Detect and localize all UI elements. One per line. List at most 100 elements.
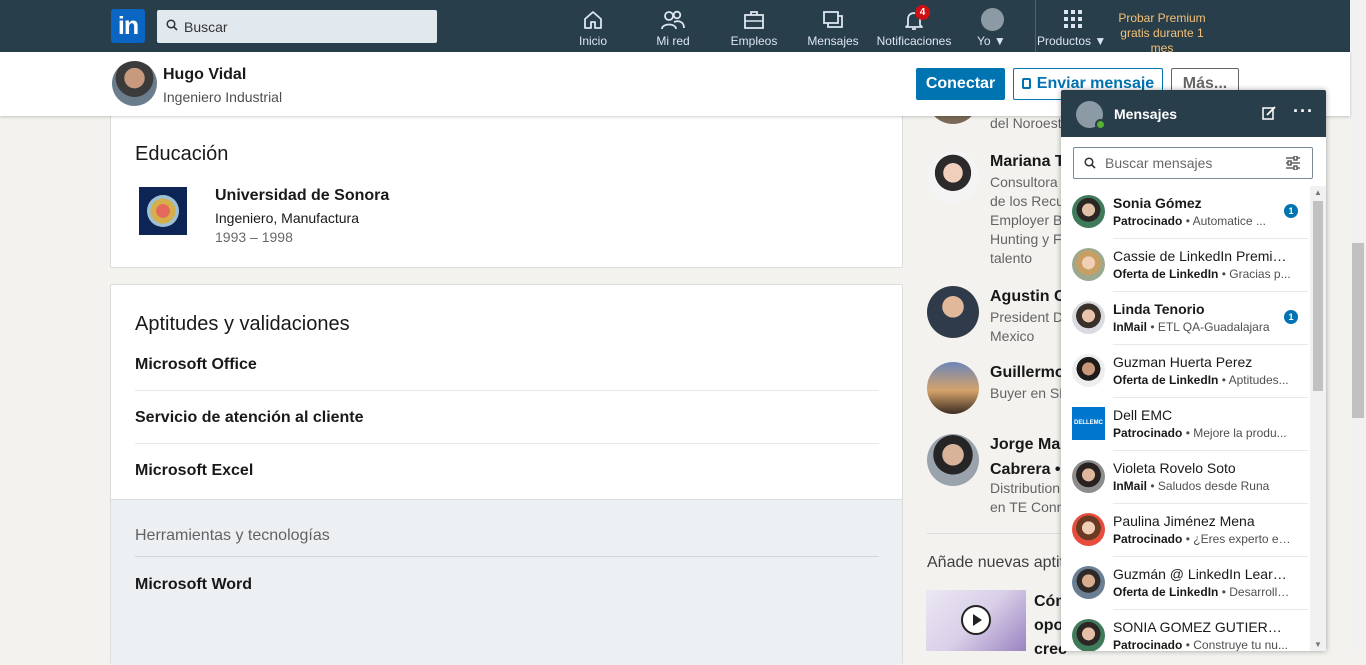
nav-jobs[interactable]: Empleos xyxy=(728,0,780,52)
learning-video-thumbnail[interactable] xyxy=(926,590,1026,651)
conversation-preview: Patrocinado • ¿Eres experto en... xyxy=(1113,532,1293,546)
nav-notifications[interactable]: 4 Notificaciones xyxy=(874,0,954,52)
conversation-list: Sonia Gómez Patrocinado • Automatice ...… xyxy=(1061,186,1308,651)
top-navigation: in Inicio Mi red Empleos Mensajes 4 Noti… xyxy=(0,0,1350,55)
page-scrollbar[interactable] xyxy=(1350,0,1366,651)
conversation-item[interactable]: Linda Tenorio InMail • ETL QA-Guadalajar… xyxy=(1061,292,1308,345)
conversation-name: Sonia Gómez xyxy=(1113,195,1202,211)
conversation-item[interactable]: Cassie de LinkedIn Premium Oferta de Lin… xyxy=(1061,239,1308,292)
nav-home[interactable]: Inicio xyxy=(570,0,616,52)
scroll-down-arrow-icon[interactable]: ▼ xyxy=(1314,640,1322,649)
connect-button[interactable]: Conectar xyxy=(916,68,1005,100)
conversation-preview: Patrocinado • Construye tu nu... xyxy=(1113,638,1288,651)
nav-notifications-label: Notificaciones xyxy=(876,34,952,48)
messaging-header[interactable]: Mensajes ··· xyxy=(1061,90,1326,137)
compose-icon[interactable] xyxy=(1262,106,1276,120)
notifications-badge: 4 xyxy=(915,5,930,20)
rail-person-name: Cabrera • xyxy=(990,461,1061,478)
nav-messaging[interactable]: Mensajes xyxy=(806,0,860,52)
conversation-item[interactable]: Guzman Huerta Perez Oferta de LinkedIn •… xyxy=(1061,345,1308,398)
conversation-name: Violeta Rovelo Soto xyxy=(1113,460,1236,476)
conversation-preview: Oferta de LinkedIn • Aptitudes... xyxy=(1113,373,1289,387)
tool-item[interactable]: Microsoft Word xyxy=(135,576,252,594)
tools-title: Herramientas y tecnologías xyxy=(135,527,879,557)
chevron-down-icon: ▼ xyxy=(993,34,1006,48)
play-icon xyxy=(961,605,991,635)
conversation-name: Guzmán @ LinkedIn Learni... xyxy=(1113,566,1291,582)
conversation-item[interactable]: DELLEMC Dell EMC Patrocinado • Mejore la… xyxy=(1061,398,1308,451)
nav-products[interactable]: Productos ▼ xyxy=(1037,0,1111,52)
messages-search[interactable] xyxy=(1073,147,1313,179)
nav-products-label: Productos ▼ xyxy=(1037,34,1107,48)
rail-person-avatar xyxy=(927,151,979,203)
premium-trial-link[interactable]: Probar Premium gratis durante 1 mes xyxy=(1108,11,1216,56)
conversation-name: Dell EMC xyxy=(1113,407,1173,423)
skill-item[interactable]: Microsoft Office xyxy=(135,338,879,391)
learning-video-title[interactable]: opo xyxy=(1034,617,1063,635)
school-name[interactable]: Universidad de Sonora xyxy=(215,187,389,205)
messages-search-input[interactable] xyxy=(1105,148,1275,178)
nav-home-label: Inicio xyxy=(578,34,607,48)
global-search-input[interactable] xyxy=(184,10,432,43)
conversation-item[interactable]: Violeta Rovelo Soto InMail • Saludos des… xyxy=(1061,451,1308,504)
profile-headline: Ingeniero Industrial xyxy=(163,89,283,105)
rail-person-text: President D xyxy=(990,309,1064,325)
messages-scrollbar[interactable]: ▲ ▼ xyxy=(1310,186,1326,651)
linkedin-logo[interactable]: in xyxy=(111,9,145,43)
degree: Ingeniero, Manufactura xyxy=(215,210,359,226)
conversation-avatar xyxy=(1072,566,1105,599)
conversation-item[interactable]: Sonia Gómez Patrocinado • Automatice ...… xyxy=(1061,186,1308,239)
university-logo[interactable] xyxy=(139,187,187,235)
conversation-item[interactable]: Paulina Jiménez Mena Patrocinado • ¿Eres… xyxy=(1061,504,1308,557)
education-years: 1993 – 1998 xyxy=(215,229,293,245)
conversation-name: Cassie de LinkedIn Premium xyxy=(1113,248,1291,264)
tools-subsection: Herramientas y tecnologías Microsoft Wor… xyxy=(111,499,902,665)
education-section: Educación Universidad de Sonora Ingenier… xyxy=(110,100,903,268)
more-options-icon[interactable]: ··· xyxy=(1293,101,1314,122)
online-status-dot xyxy=(1095,119,1106,130)
skill-item[interactable]: Microsoft Excel xyxy=(135,444,879,497)
rail-person-name: Guillermo xyxy=(990,364,1065,381)
unread-badge: 1 xyxy=(1284,204,1298,218)
scroll-up-arrow-icon[interactable]: ▲ xyxy=(1314,188,1322,197)
conversation-item[interactable]: Guzmán @ LinkedIn Learni... Oferta de Li… xyxy=(1061,557,1308,610)
rail-person-text: del Noroest xyxy=(990,115,1062,131)
nav-network-label: Mi red xyxy=(656,34,690,48)
skills-title: Aptitudes y validaciones xyxy=(135,313,350,335)
skill-item[interactable]: Servicio de atención al cliente xyxy=(135,391,879,444)
rail-person-text: Distribution xyxy=(990,480,1061,496)
nav-messaging-label: Mensajes xyxy=(807,34,859,48)
conversation-preview: Oferta de LinkedIn • Gracias p... xyxy=(1113,267,1291,281)
conversation-item[interactable]: SONIA GOMEZ GUTIERREZ Patrocinado • Cons… xyxy=(1061,610,1308,651)
messages-icon xyxy=(823,11,843,28)
conversation-preview: Oferta de LinkedIn • Desarrolla... xyxy=(1113,585,1293,599)
home-icon xyxy=(584,11,602,29)
add-skills-heading: Añade nuevas aptit xyxy=(927,554,1064,571)
nav-me-label: Yo ▼ xyxy=(977,34,1006,48)
conversation-avatar xyxy=(1072,513,1105,546)
profile-avatar[interactable] xyxy=(112,61,157,106)
nav-network[interactable]: Mi red xyxy=(650,0,696,52)
profile-name: Hugo Vidal xyxy=(163,66,247,83)
messages-scrollbar-thumb[interactable] xyxy=(1313,201,1323,391)
dell-emc-logo: DELLEMC xyxy=(1072,407,1105,440)
briefcase-icon xyxy=(744,11,764,29)
conversation-name: Guzman Huerta Perez xyxy=(1113,354,1253,370)
filter-icon[interactable] xyxy=(1285,156,1301,170)
rail-person-text: talento xyxy=(990,250,1033,266)
conversation-name: SONIA GOMEZ GUTIERREZ xyxy=(1113,619,1291,635)
rail-person-avatar xyxy=(927,434,979,486)
conversation-name: Linda Tenorio xyxy=(1113,301,1205,317)
nav-me[interactable]: Yo ▼ xyxy=(970,0,1014,52)
rail-person-text: Consultora xyxy=(990,174,1058,190)
messaging-title: Mensajes xyxy=(1114,106,1178,122)
rail-person-name: Mariana T xyxy=(990,153,1065,170)
conversation-preview: InMail • ETL QA-Guadalajara xyxy=(1113,320,1270,334)
rail-person-name: Jorge Mar xyxy=(990,436,1067,453)
rail-person-text: de los Recu xyxy=(990,193,1064,209)
page-scrollbar-thumb[interactable] xyxy=(1352,243,1364,418)
grid-icon xyxy=(1064,10,1082,28)
rail-person-text: Employer B xyxy=(990,212,1063,228)
global-search[interactable] xyxy=(157,10,437,43)
rail-person-text: Mexico xyxy=(990,328,1035,344)
